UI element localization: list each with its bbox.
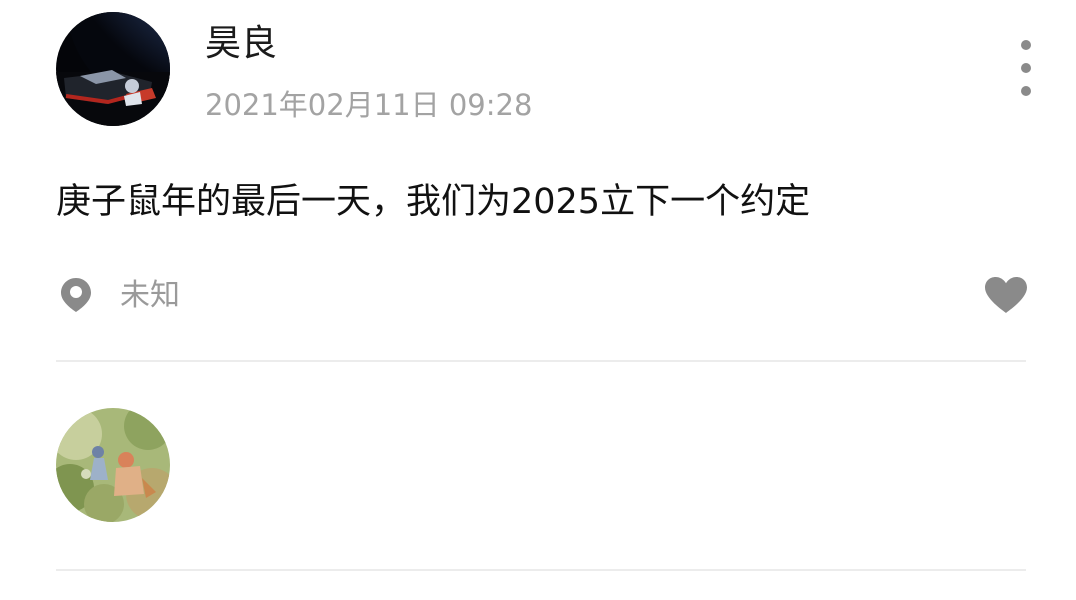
location-pin-icon [61, 278, 91, 312]
author-name[interactable]: 昊良 [205, 22, 277, 66]
author-avatar-image [56, 12, 170, 126]
location-label: 未知 [120, 278, 180, 313]
more-vertical-icon-dot [1021, 86, 1031, 96]
post-detail-page: 昊良 2021年02月11日 09:28 庚子鼠年的最后一天，我们为2025立下… [0, 0, 1076, 600]
heart-icon[interactable] [984, 276, 1028, 314]
author-avatar[interactable] [56, 12, 170, 126]
liker-avatar-image [56, 408, 170, 522]
post-timestamp: 2021年02月11日 09:28 [205, 88, 533, 122]
more-vertical-icon-dot [1021, 63, 1031, 73]
post-content: 庚子鼠年的最后一天，我们为2025立下一个约定 [56, 182, 811, 222]
section-divider-bottom [56, 569, 1026, 571]
liker-avatar[interactable] [56, 408, 170, 522]
section-divider [56, 360, 1026, 362]
more-options-button[interactable] [1008, 36, 1044, 100]
more-vertical-icon [1021, 40, 1031, 50]
